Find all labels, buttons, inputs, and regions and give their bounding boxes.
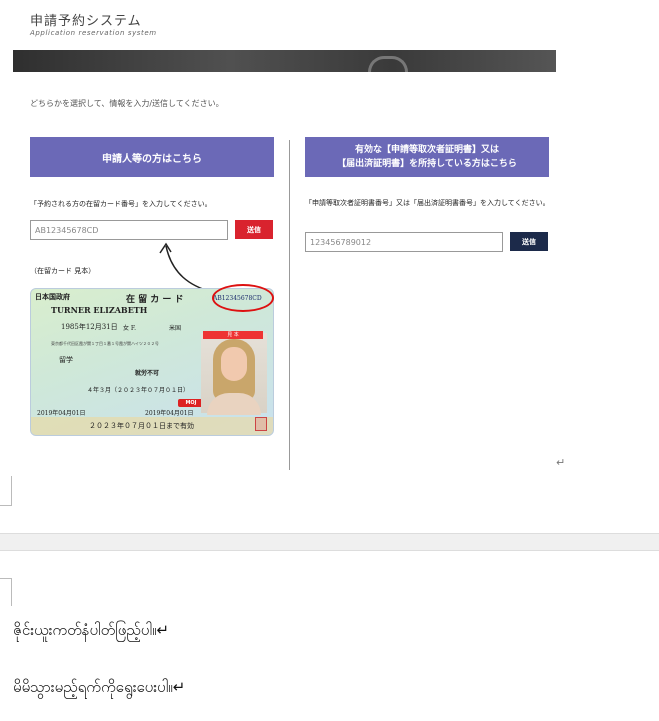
agent-heading-line1: 有効な【申請等取次者証明書】又は xyxy=(354,145,499,155)
page: 申請予約システム Application reservation system … xyxy=(0,0,659,721)
page-margin-marker xyxy=(0,476,12,506)
card-permission-date: 2019年04月01日 xyxy=(37,410,86,417)
sample-card-label: （在留カード 見本） xyxy=(30,267,96,275)
card-submit-button[interactable]: 送信 xyxy=(235,220,273,239)
applicant-panel-heading[interactable]: 申請人等の方はこちら xyxy=(30,137,274,177)
card-number-prompt: 「予約される方の在留カード番号」を入力してください。 xyxy=(30,200,212,208)
card-photo xyxy=(201,333,267,415)
card-status: 留学 xyxy=(59,356,73,364)
card-nationality: 米国 xyxy=(169,325,182,332)
card-period: ４年３月（２０２３年０７月０１日） xyxy=(87,387,190,394)
certificate-submit-button[interactable]: 送信 xyxy=(510,232,548,251)
card-number-highlight xyxy=(212,284,274,312)
certificate-number-prompt: 「申請等取次者証明書番号」又は「届出済証明書番号」を入力してください。 xyxy=(305,199,550,207)
card-issuer: 日本国政府 xyxy=(35,292,70,301)
certificate-number-input[interactable]: 123456789012 xyxy=(305,232,503,252)
agent-heading-line2: 【届出済証明書】を所持している方はこちら xyxy=(337,159,517,169)
sample-tag: 見 本 xyxy=(203,331,263,339)
app-title: 申請予約システム xyxy=(30,14,142,29)
seal-stamp-icon xyxy=(255,417,267,431)
pointer-arrow-icon xyxy=(159,242,213,293)
card-title: 在 留 カ ー ド xyxy=(126,295,184,305)
card-validity: ２０２３年０７月０１日まで有効 xyxy=(89,422,194,430)
card-name: TURNER ELIZABETH xyxy=(51,305,148,315)
card-issue-date: 2019年04月01日 xyxy=(145,410,194,417)
document-line-1: ဇိုင်းယူးကတ်နံပါတ်ဖြည့်ပါ။↵ xyxy=(13,621,170,639)
page-break-band xyxy=(0,533,659,551)
banner-emblem-icon xyxy=(368,56,408,72)
card-work-restriction: 就労不可 xyxy=(135,370,160,377)
card-sex: 女 F. xyxy=(123,325,137,332)
page-margin-marker xyxy=(0,578,12,606)
card-address: 東京都千代田区霞が関１丁目１番１号霞が関ハイツ２０２号 xyxy=(51,341,159,346)
instruction-text: どちらかを選択して、情報を入力/送信してください。 xyxy=(30,99,224,108)
paragraph-return-mark: ↵ xyxy=(556,456,566,469)
card-birth: 1985年12月31日 xyxy=(61,323,118,331)
header-banner xyxy=(13,50,556,72)
document-line-2: မိမိသွားမည့်ရက်ကိုရွေးပေးပါ။↵ xyxy=(13,678,186,696)
panel-divider xyxy=(289,140,290,470)
agent-panel-heading[interactable]: 有効な【申請等取次者証明書】又は 【届出済証明書】を所持している方はこちら xyxy=(305,137,549,177)
app-subtitle: Application reservation system xyxy=(30,29,157,37)
